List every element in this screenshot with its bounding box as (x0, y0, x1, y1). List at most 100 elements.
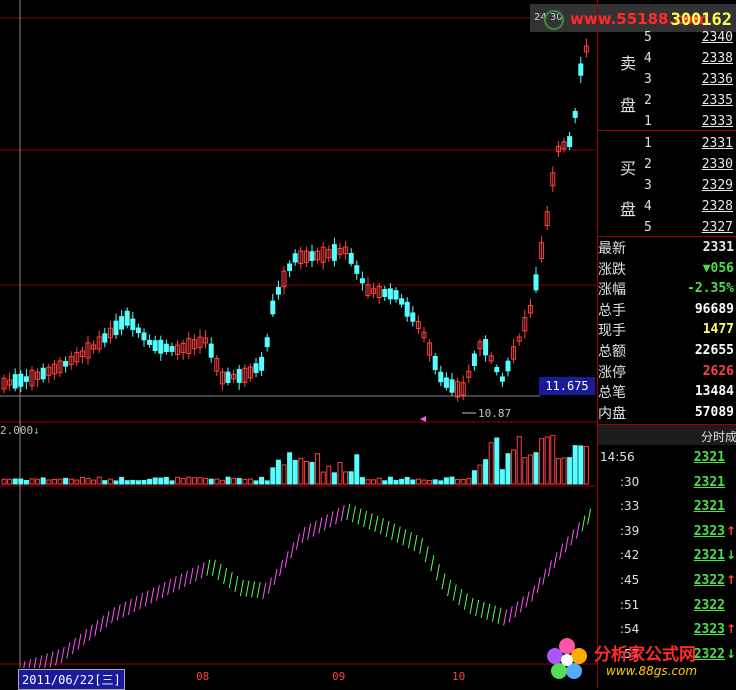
volume-bar (91, 479, 97, 485)
macd-bar (351, 506, 356, 523)
candle-body (348, 252, 354, 264)
volume-bar (141, 479, 147, 485)
volume-bar (371, 479, 377, 485)
quote-label: 内盘 (598, 405, 626, 422)
candle-body (404, 301, 410, 317)
volume-bar (326, 465, 332, 485)
macd-bar (396, 526, 401, 543)
volume-bar (102, 480, 108, 485)
ticks-header-label: 分时成 (700, 430, 736, 444)
macd-bar (167, 579, 172, 596)
volume-bar (387, 476, 393, 485)
volume-bar (298, 457, 304, 485)
sell-row[interactable]: 4 2338 (598, 48, 736, 69)
volume-bar (79, 477, 85, 485)
macd-bar (564, 536, 569, 553)
sell-price: 2335 (701, 93, 733, 108)
volume-bar (275, 459, 281, 485)
volume-series (1, 435, 589, 485)
kline-chart[interactable]: 10.87 2.000 ↓ 11.675 2011/06/22[三] 08 09… (0, 0, 596, 690)
tick-time: :33 (620, 499, 640, 514)
volume-bar (427, 480, 433, 485)
buy-row[interactable]: 1 2331 (598, 133, 736, 154)
volume-bar (494, 437, 500, 485)
sell-row[interactable]: 3 2336 (598, 69, 736, 90)
sell-row[interactable]: 5 2340 (598, 27, 736, 48)
candle-body (225, 371, 231, 383)
buy-price: 2328 (701, 199, 733, 214)
macd-bar (323, 514, 328, 531)
macd-bar (536, 577, 541, 594)
macd-bar (262, 582, 267, 599)
macd-bar (312, 520, 317, 537)
macd-bar (575, 522, 580, 539)
candle-body (387, 288, 393, 300)
volume-bar (270, 467, 276, 485)
macd-bar (480, 601, 485, 618)
volume-bar (499, 469, 505, 485)
macd-bar (228, 571, 233, 589)
quote-label: 总笔 (598, 385, 626, 402)
volume-bar (488, 442, 494, 485)
buy-row[interactable]: 3 2329 (598, 175, 736, 196)
candle-body (158, 339, 164, 354)
macd-bar (514, 601, 519, 618)
macd-bar (105, 611, 110, 628)
date-label: 2011/06/22[三] (18, 669, 125, 690)
macd-bar (178, 573, 183, 590)
candle-body (169, 346, 175, 352)
buy-level: 3 (644, 178, 652, 193)
macd-bar (419, 537, 424, 554)
quote-label: 涨幅 (598, 282, 626, 299)
candle-body (208, 343, 214, 358)
date-axis: 2011/06/22[三] 08 09 10 (0, 668, 596, 690)
volume-bar (544, 436, 550, 485)
quote-label: 最新 (598, 241, 626, 257)
macd-bar (183, 570, 188, 587)
buy-level: 4 (644, 199, 652, 214)
sell-level: 3 (644, 72, 652, 87)
macd-bar (88, 624, 93, 641)
tick-price: 2323 (693, 523, 725, 539)
buy-row[interactable]: 4 2328 (598, 196, 736, 217)
macd-bar (379, 518, 384, 535)
site-logo: 分析家公式网 www.88gs.com (540, 632, 736, 688)
volume-bar (113, 480, 119, 485)
candle-body (572, 110, 578, 118)
volume-bar (337, 462, 343, 485)
quote-value: 13484 (694, 384, 734, 400)
buy-row[interactable]: 2 2330 (598, 154, 736, 175)
volume-bar (40, 477, 46, 485)
volume-bar (320, 471, 326, 485)
candle-body (505, 360, 511, 372)
volume-bar (163, 476, 169, 485)
candle-body (163, 343, 169, 352)
sell-row[interactable]: 1 2333 (598, 111, 736, 132)
candle-body (533, 274, 539, 291)
candle-body (471, 353, 477, 367)
volume-bar (348, 471, 354, 485)
sell-row[interactable]: 2 2335 (598, 90, 736, 111)
candle-body (494, 367, 500, 373)
candle-body (354, 265, 360, 274)
sell-price: 2336 (701, 72, 733, 87)
macd-bar (139, 593, 144, 610)
kline-svg[interactable] (0, 0, 596, 688)
tick-price: 2321 (693, 450, 725, 465)
current-price-tag: 11.675 (539, 377, 595, 395)
candle-body (275, 286, 281, 295)
tick-price: 2322 (693, 597, 725, 613)
macd-bar (251, 581, 256, 598)
volume-scale-label: 2.000 (0, 424, 34, 437)
volume-bar (242, 478, 248, 485)
candle-body (119, 316, 125, 330)
buy-row[interactable]: 5 2327 (598, 217, 736, 238)
candle-body (264, 337, 270, 348)
volume-bar (180, 477, 186, 485)
volume-bar (516, 436, 522, 485)
macd-bar (99, 615, 104, 632)
volume-scale-arrow: ↓ (33, 424, 40, 437)
volume-bar (236, 478, 242, 485)
volume-bar (23, 480, 29, 485)
quote-label: 现手 (598, 323, 626, 340)
